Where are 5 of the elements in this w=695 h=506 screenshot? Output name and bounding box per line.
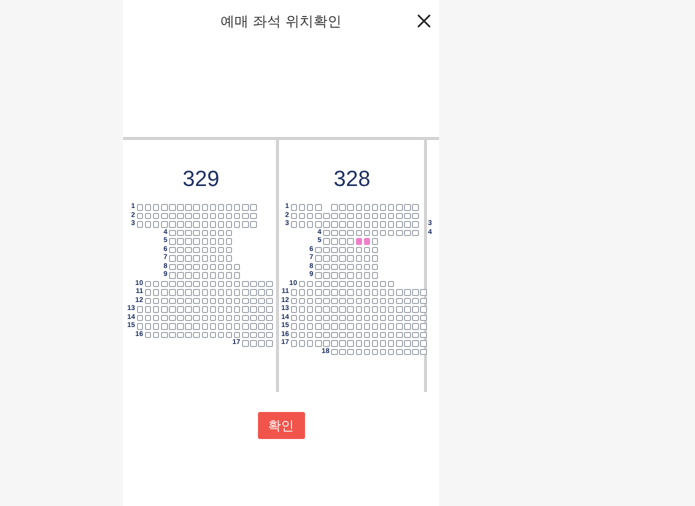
section-number: 328 xyxy=(334,167,370,191)
confirm-button[interactable]: 확인 xyxy=(258,412,304,439)
dialog-title: 예매 좌석 위치확인 xyxy=(220,13,342,31)
close-icon[interactable] xyxy=(417,14,431,28)
section-number: 329 xyxy=(182,167,220,191)
